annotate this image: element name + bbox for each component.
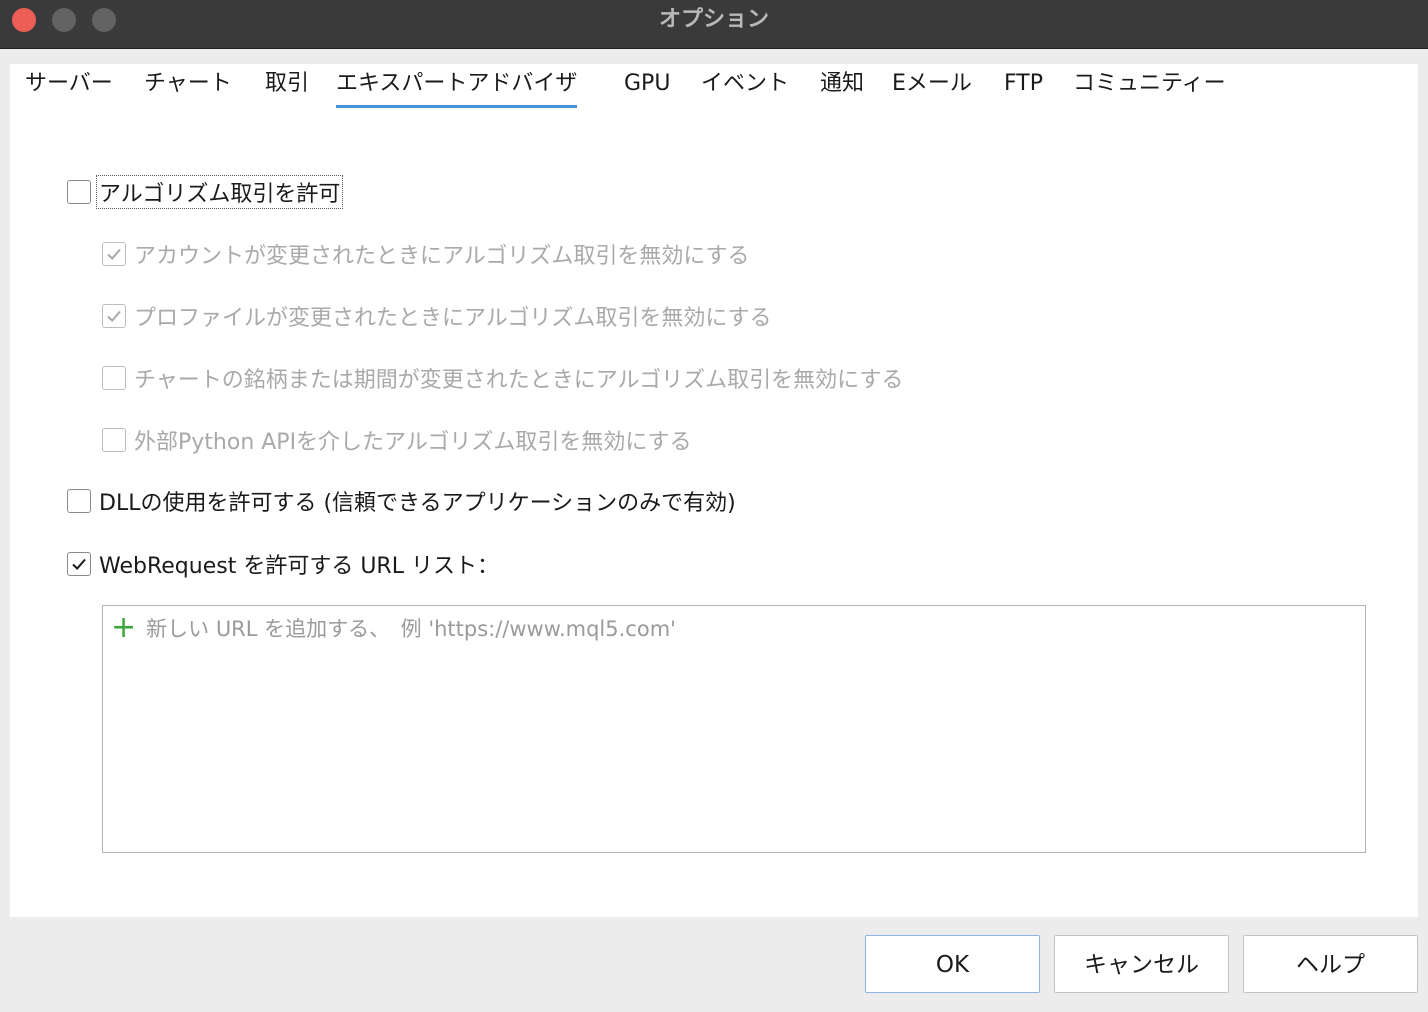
tab-trade[interactable]: 取引 (265, 64, 309, 108)
disable-on-symbol-checkbox[interactable] (102, 366, 126, 390)
disable-on-account-option[interactable]: アカウントが変更されたときにアルゴリズム取引を無効にする (102, 238, 750, 270)
allow-webrequest-label: WebRequest を許可する URL リスト： (99, 554, 499, 579)
disable-on-profile-checkbox[interactable] (102, 304, 126, 328)
disable-on-symbol-label: チャートの銘柄または期間が変更されたときにアルゴリズム取引を無効にする (134, 368, 904, 393)
allow-algo-option[interactable]: アルゴリズム取引を許可 (67, 175, 344, 209)
tab-server[interactable]: サーバー (25, 64, 113, 108)
allow-webrequest-option[interactable]: WebRequest を許可する URL リスト： (67, 548, 499, 580)
tab-bar: サーバー チャート 取引 エキスパートアドバイザ GPU イベント 通知 Eメー… (10, 64, 1418, 108)
disable-on-account-checkbox[interactable] (102, 242, 126, 266)
disable-on-profile-option[interactable]: プロファイルが変更されたときにアルゴリズム取引を無効にする (102, 300, 772, 332)
help-button[interactable]: ヘルプ (1243, 935, 1418, 993)
allow-algo-checkbox[interactable] (67, 180, 91, 204)
checkmark-icon (107, 310, 121, 322)
title-bar: オプション (0, 0, 1428, 49)
disable-python-option[interactable]: 外部Python APIを介したアルゴリズム取引を無効にする (102, 424, 692, 456)
tab-expert-advisors[interactable]: エキスパートアドバイザ (336, 64, 578, 108)
allow-webrequest-checkbox[interactable] (67, 552, 91, 576)
add-url-placeholder[interactable]: 新しい URL を追加する、 例 'https://www.mql5.com' (146, 613, 676, 643)
checkmark-icon (107, 248, 121, 260)
window-title: オプション (658, 7, 769, 32)
tab-ftp[interactable]: FTP (1004, 64, 1043, 108)
webrequest-url-list[interactable]: + 新しい URL を追加する、 例 'https://www.mql5.com… (102, 605, 1366, 853)
allow-algo-label: アルゴリズム取引を許可 (95, 175, 344, 209)
add-url-row[interactable]: + 新しい URL を追加する、 例 'https://www.mql5.com… (111, 612, 676, 644)
tab-charts[interactable]: チャート (144, 64, 232, 108)
plus-icon[interactable]: + (111, 613, 136, 643)
checkmark-icon (72, 558, 86, 570)
disable-python-label: 外部Python APIを介したアルゴリズム取引を無効にする (134, 430, 692, 455)
allow-dll-checkbox[interactable] (67, 489, 91, 513)
allow-dll-option[interactable]: DLLの使用を許可する (信頼できるアプリケーションのみで有効) (67, 485, 736, 517)
tab-gpu[interactable]: GPU (624, 64, 670, 108)
tab-notifications[interactable]: 通知 (820, 64, 864, 108)
tab-events[interactable]: イベント (701, 64, 789, 108)
cancel-button[interactable]: キャンセル (1054, 935, 1229, 993)
tab-community[interactable]: コミュニティー (1073, 64, 1226, 108)
tab-email[interactable]: Eメール (892, 64, 972, 108)
disable-python-checkbox[interactable] (102, 428, 126, 452)
disable-on-symbol-option[interactable]: チャートの銘柄または期間が変更されたときにアルゴリズム取引を無効にする (102, 362, 903, 394)
ok-button[interactable]: OK (865, 935, 1040, 993)
options-panel: サーバー チャート 取引 エキスパートアドバイザ GPU イベント 通知 Eメー… (10, 64, 1418, 917)
disable-on-profile-label: プロファイルが変更されたときにアルゴリズム取引を無効にする (134, 306, 772, 331)
disable-on-account-label: アカウントが変更されたときにアルゴリズム取引を無効にする (134, 244, 750, 269)
allow-dll-label: DLLの使用を許可する (信頼できるアプリケーションのみで有効) (99, 491, 736, 516)
